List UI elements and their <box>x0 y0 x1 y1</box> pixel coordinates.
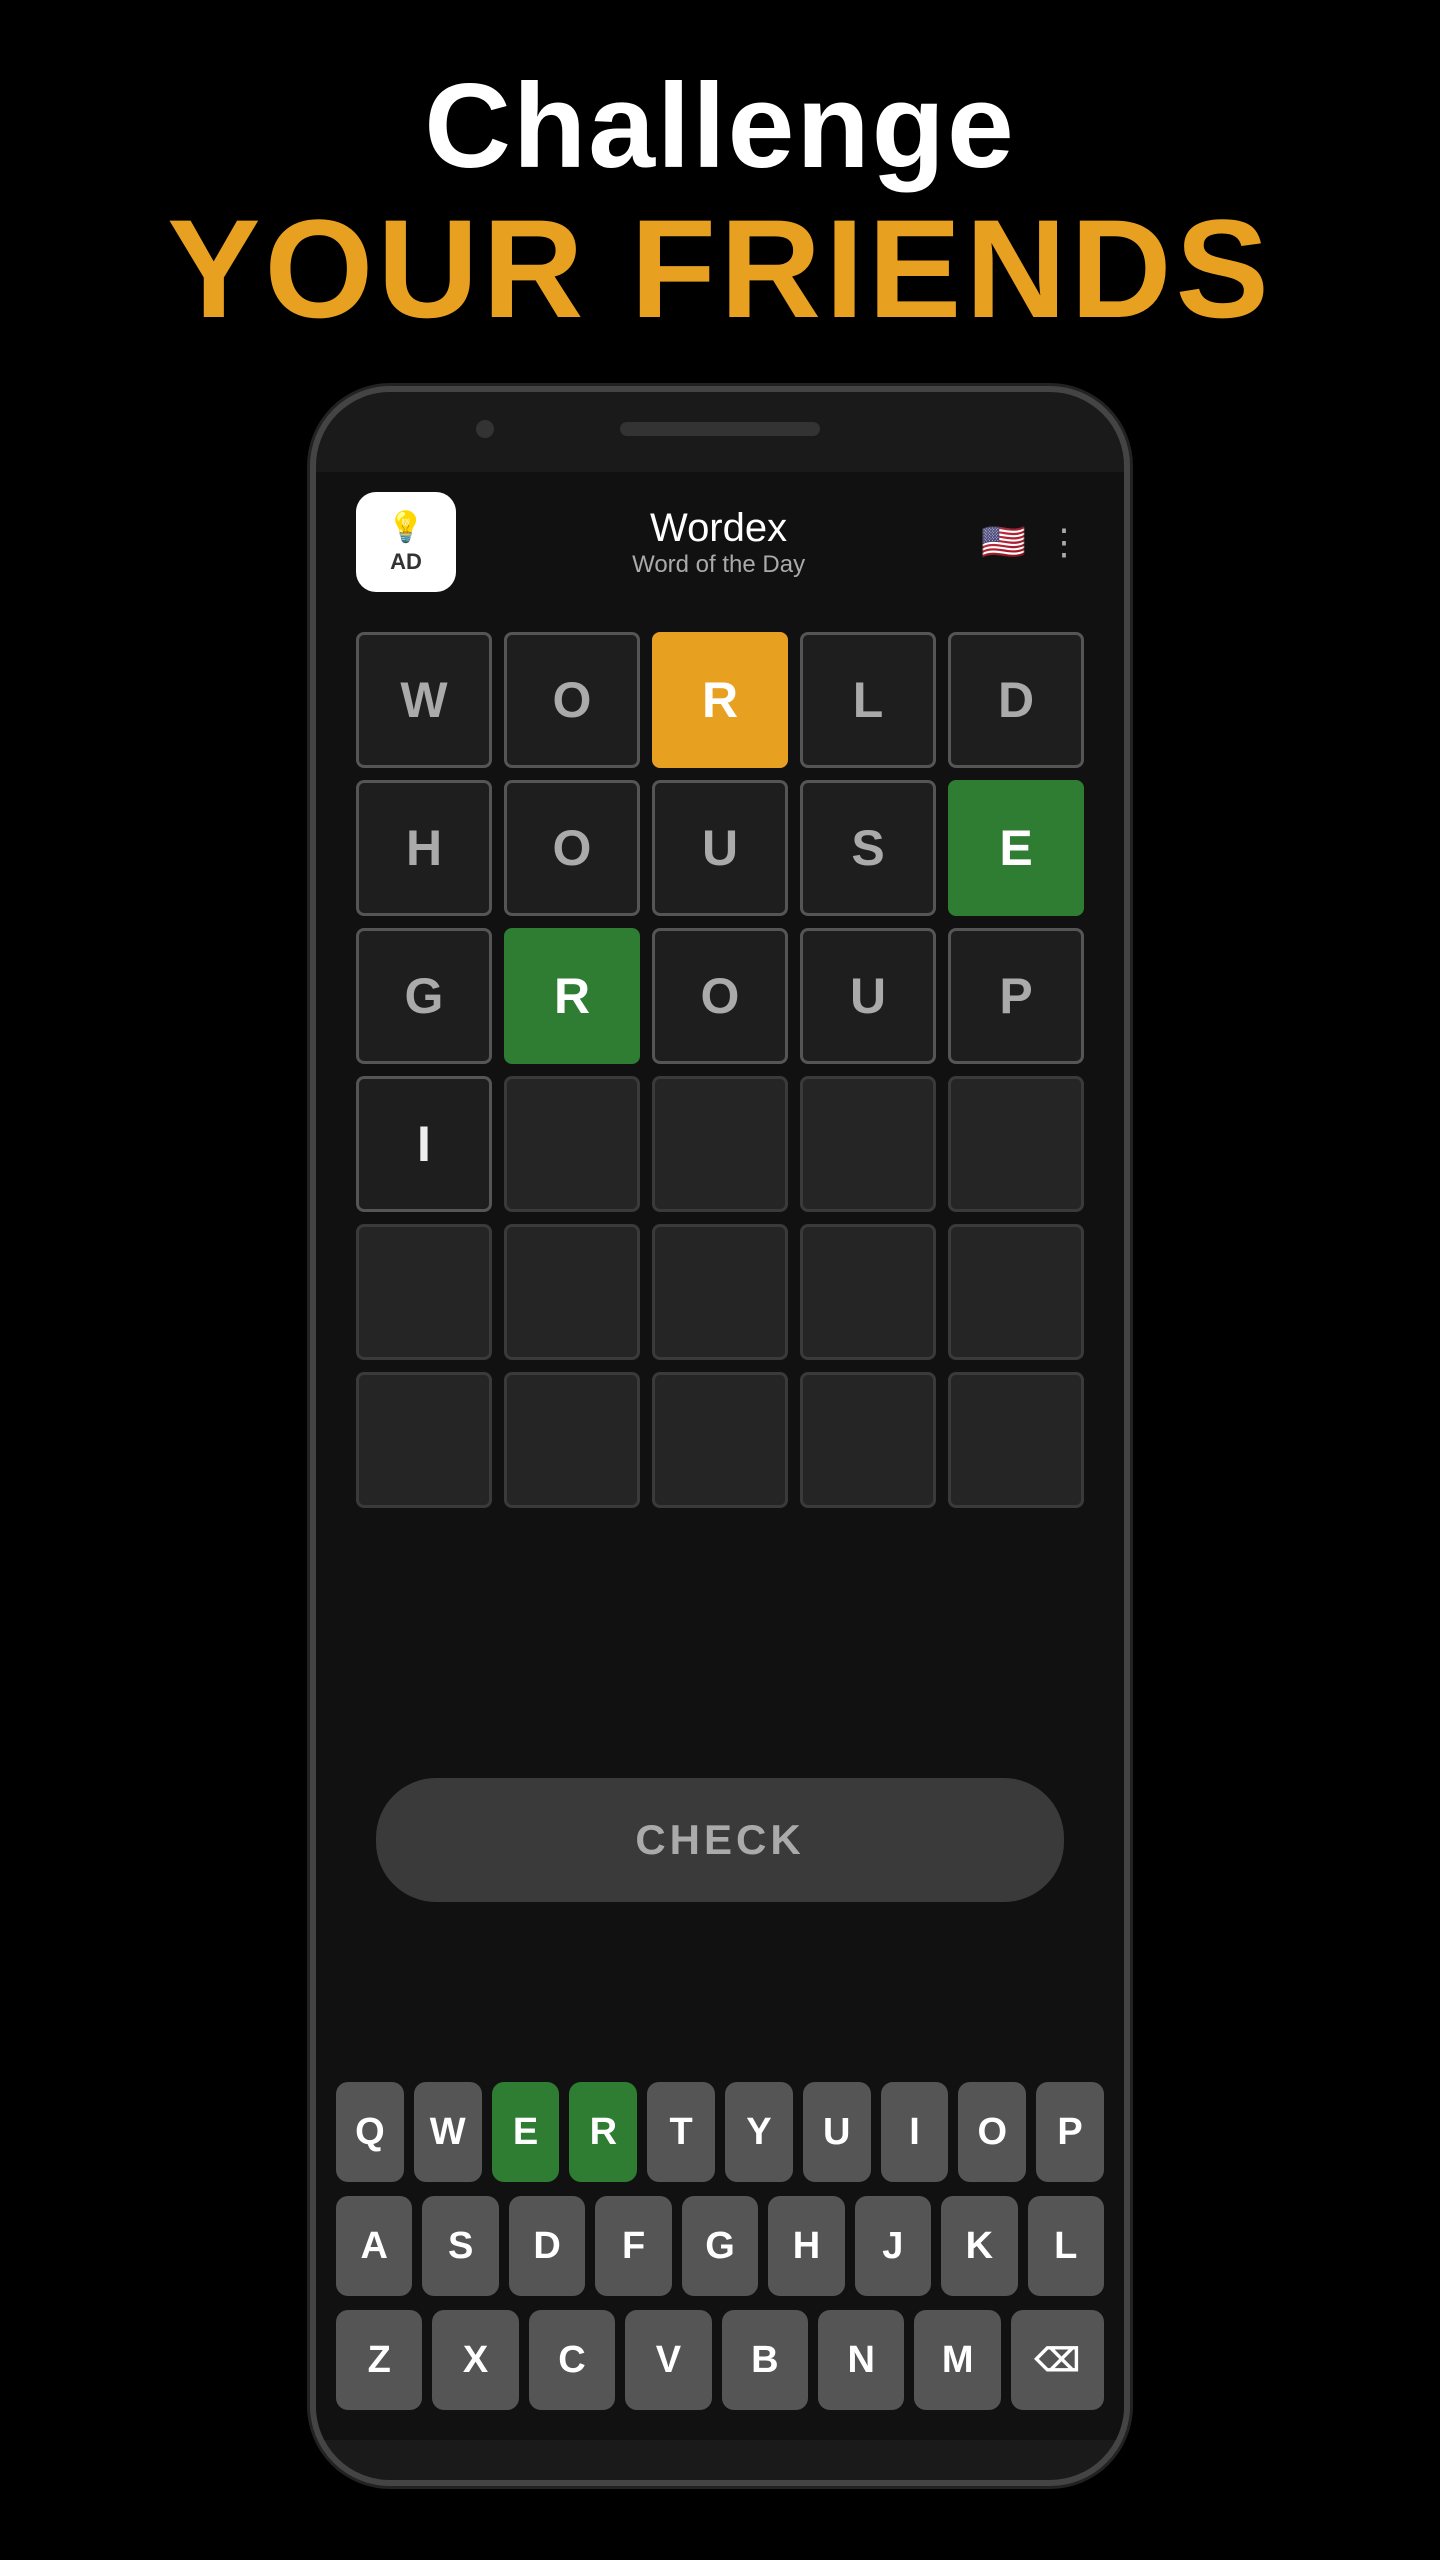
key-s[interactable]: S <box>422 2196 498 2296</box>
phone-top <box>316 392 1124 472</box>
menu-icon[interactable]: ⋮ <box>1046 521 1084 563</box>
challenge-label: Challenge <box>0 60 1440 192</box>
key-h[interactable]: H <box>768 2196 844 2296</box>
key-c[interactable]: C <box>529 2310 615 2410</box>
app-header: 💡 AD Wordex Word of the Day 🇺🇸 ⋮ <box>316 472 1124 602</box>
key-o[interactable]: O <box>958 2082 1026 2182</box>
app-content: 💡 AD Wordex Word of the Day 🇺🇸 ⋮ WORLDHO… <box>316 472 1124 2440</box>
grid-cell-0-2: R <box>652 632 788 768</box>
key-v[interactable]: V <box>625 2310 711 2410</box>
grid-cell-4-3 <box>800 1224 936 1360</box>
grid-cell-0-0: W <box>356 632 492 768</box>
key-p[interactable]: P <box>1036 2082 1104 2182</box>
grid-cell-3-1 <box>504 1076 640 1212</box>
header-icons: 🇺🇸 ⋮ <box>981 521 1084 563</box>
grid-cell-2-0: G <box>356 928 492 1064</box>
grid-cell-3-4 <box>948 1076 1084 1212</box>
key-g[interactable]: G <box>682 2196 758 2296</box>
grid-cell-1-4: E <box>948 780 1084 916</box>
grid-cell-2-2: O <box>652 928 788 1064</box>
grid-cell-4-2 <box>652 1224 788 1360</box>
grid-cell-5-3 <box>800 1372 936 1508</box>
grid-cell-3-0: I <box>356 1076 492 1212</box>
grid-cell-1-0: H <box>356 780 492 916</box>
key-i[interactable]: I <box>881 2082 949 2182</box>
grid-cell-4-0 <box>356 1224 492 1360</box>
keyboard-row-0: QWERTYUIOP <box>336 2082 1104 2182</box>
grid-cell-3-2 <box>652 1076 788 1212</box>
keyboard-row-1: ASDFGHJKL <box>336 2196 1104 2296</box>
game-grid: WORLDHOUSEGROUPI <box>316 602 1124 1538</box>
grid-cell-1-1: O <box>504 780 640 916</box>
bulb-icon: 💡 <box>387 510 424 545</box>
grid-cell-5-0 <box>356 1372 492 1508</box>
key-z[interactable]: Z <box>336 2310 422 2410</box>
phone-speaker <box>620 422 820 436</box>
grid-cell-5-2 <box>652 1372 788 1508</box>
grid-cell-4-1 <box>504 1224 640 1360</box>
keyboard-area: QWERTYUIOP ASDFGHJKL ZXCVBNM⌫ <box>316 2062 1124 2440</box>
key-x[interactable]: X <box>432 2310 518 2410</box>
grid-cell-1-3: S <box>800 780 936 916</box>
friends-label: YOUR FRIENDS <box>0 192 1440 346</box>
key-l[interactable]: L <box>1028 2196 1104 2296</box>
grid-cell-2-1: R <box>504 928 640 1064</box>
phone-frame: 💡 AD Wordex Word of the Day 🇺🇸 ⋮ WORLDHO… <box>310 386 1130 2486</box>
key-q[interactable]: Q <box>336 2082 404 2182</box>
ad-badge: 💡 AD <box>356 492 456 592</box>
grid-cell-0-3: L <box>800 632 936 768</box>
grid-cell-2-4: P <box>948 928 1084 1064</box>
app-subtitle: Word of the Day <box>456 551 981 579</box>
grid-cell-0-1: O <box>504 632 640 768</box>
key-a[interactable]: A <box>336 2196 412 2296</box>
grid-cell-3-3 <box>800 1076 936 1212</box>
key-r[interactable]: R <box>569 2082 637 2182</box>
check-button-area: CHECK <box>316 1738 1124 1922</box>
key-y[interactable]: Y <box>725 2082 793 2182</box>
grid-cell-2-3: U <box>800 928 936 1064</box>
key-t[interactable]: T <box>647 2082 715 2182</box>
app-title-area: Wordex Word of the Day <box>456 506 981 579</box>
key-m[interactable]: M <box>914 2310 1000 2410</box>
key-⌫[interactable]: ⌫ <box>1011 2310 1104 2410</box>
grid-cell-1-2: U <box>652 780 788 916</box>
key-k[interactable]: K <box>941 2196 1017 2296</box>
key-d[interactable]: D <box>509 2196 585 2296</box>
key-w[interactable]: W <box>414 2082 482 2182</box>
key-b[interactable]: B <box>722 2310 808 2410</box>
grid-cell-5-1 <box>504 1372 640 1508</box>
check-button[interactable]: CHECK <box>376 1778 1064 1902</box>
grid-cell-4-4 <box>948 1224 1084 1360</box>
key-n[interactable]: N <box>818 2310 904 2410</box>
grid-cell-5-4 <box>948 1372 1084 1508</box>
key-f[interactable]: F <box>595 2196 671 2296</box>
keyboard-row-2: ZXCVBNM⌫ <box>336 2310 1104 2410</box>
flag-icon[interactable]: 🇺🇸 <box>981 521 1026 563</box>
key-e[interactable]: E <box>492 2082 560 2182</box>
key-u[interactable]: U <box>803 2082 871 2182</box>
key-j[interactable]: J <box>855 2196 931 2296</box>
phone-camera <box>476 420 494 438</box>
app-title: Wordex <box>456 506 981 551</box>
ad-label: AD <box>390 549 422 575</box>
header-area: Challenge YOUR FRIENDS <box>0 0 1440 386</box>
grid-cell-0-4: D <box>948 632 1084 768</box>
